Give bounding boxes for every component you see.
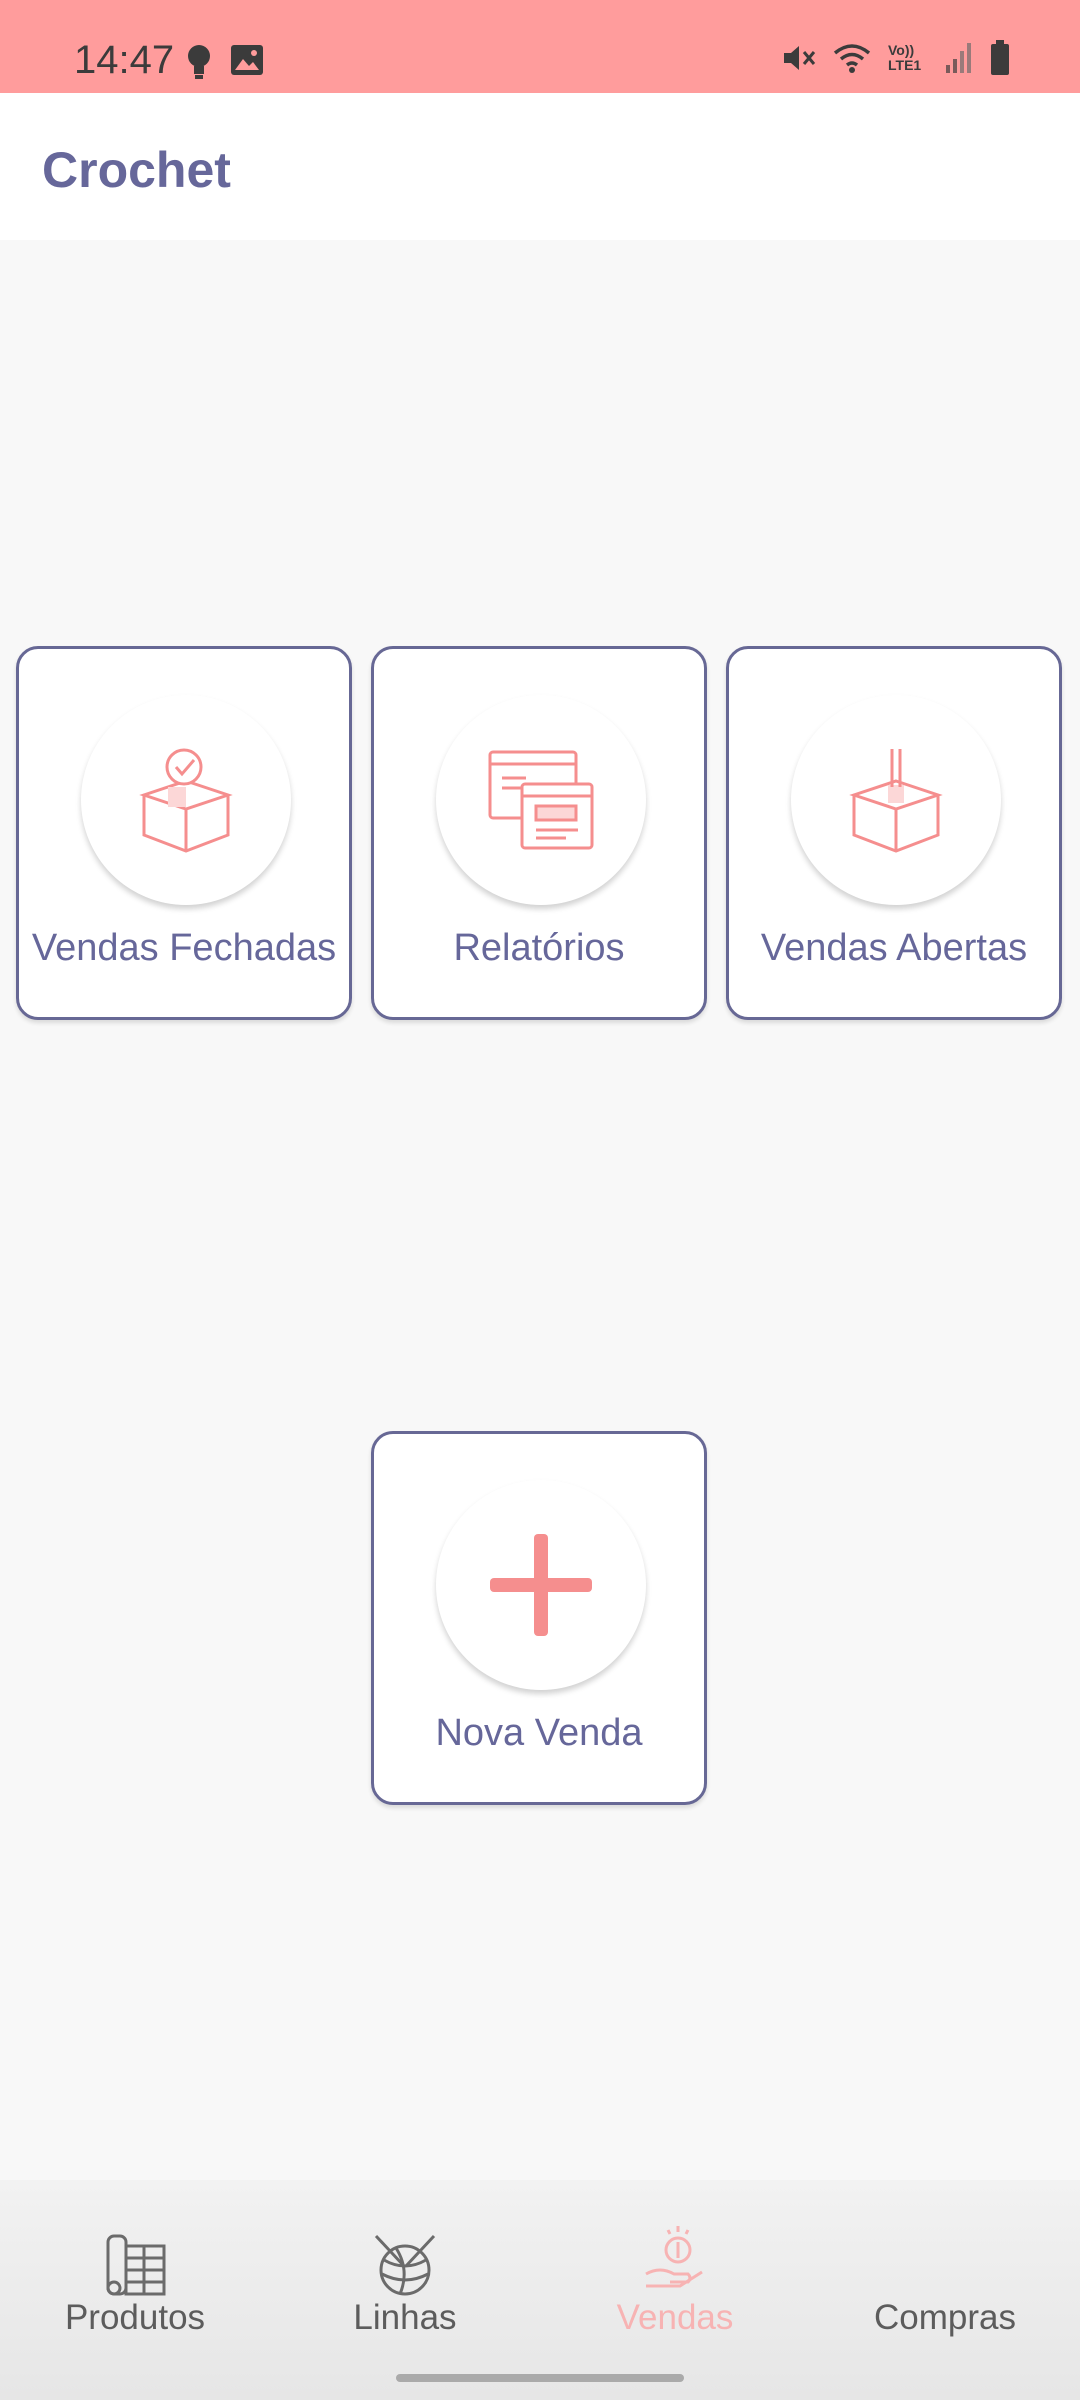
closed-sales-card[interactable]: Vendas Fechadas [16,646,352,1020]
nav-label-vendas: Vendas [616,2298,734,2337]
open-sales-icon-circle [791,695,1001,905]
closed-sales-icon-circle [81,695,291,905]
reports-label: Relatórios [453,927,625,969]
closed-sales-label: Vendas Fechadas [31,927,337,969]
app-title: Crochet [42,142,231,198]
plus-icon [490,1534,592,1636]
bottom-navigation: Produtos Linhas Vendas Compras [0,2180,1080,2400]
new-sale-icon-circle [436,1480,646,1690]
yarn-icon [374,2234,436,2296]
app-bar: Crochet [0,93,1080,240]
image-icon [231,45,263,75]
wifi-icon [833,44,871,73]
home-indicator[interactable] [396,2374,684,2382]
reports-card[interactable]: Relatórios [371,646,707,1020]
sales-icon [645,2226,703,2288]
nav-label-linhas: Linhas [353,2298,457,2337]
nav-label-produtos: Produtos [64,2298,206,2337]
nav-item-compras[interactable]: Compras [810,2180,1080,2360]
new-sale-card[interactable]: Nova Venda [371,1431,707,1805]
reports-icon-circle [436,695,646,905]
network-label: Vo)) LTE1 [888,42,922,73]
open-box-icon [849,749,943,853]
nav-item-produtos[interactable]: Produtos [0,2180,270,2360]
box-check-icon [139,748,233,853]
new-sale-label: Nova Venda [435,1712,643,1754]
open-sales-label: Vendas Abertas [760,927,1028,969]
signal-icon [946,43,971,73]
products-icon [106,2234,166,2296]
nav-item-linhas[interactable]: Linhas [270,2180,540,2360]
nav-item-vendas[interactable]: Vendas [540,2180,810,2360]
nav-label-compras: Compras [874,2298,1016,2337]
report-icon [488,750,594,850]
battery-icon [991,40,1009,75]
mute-icon [784,46,816,70]
status-bar: 14:47 Vo)) LTE1 [0,0,1080,93]
status-time: 14:47 [74,38,175,82]
open-sales-card[interactable]: Vendas Abertas [726,646,1062,1020]
lightbulb-icon [188,45,210,79]
